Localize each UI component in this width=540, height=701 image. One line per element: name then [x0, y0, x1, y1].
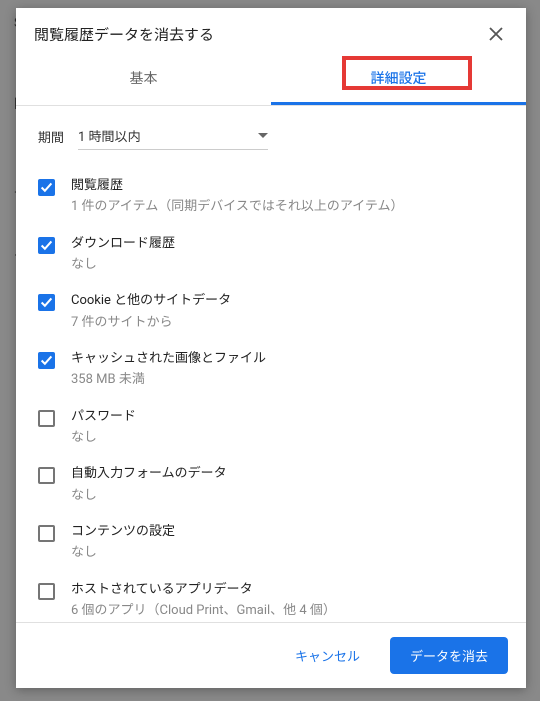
checkbox[interactable] [38, 237, 55, 254]
item-title: 閲覧履歴 [71, 177, 512, 195]
data-type-row: ホストされているアプリデータ 6 個のアプリ（Cloud Print、Gmail、… [34, 572, 516, 622]
item-title: ホストされているアプリデータ [71, 581, 512, 599]
checkbox[interactable] [38, 294, 55, 311]
item-title: パスワード [71, 408, 512, 426]
item-title: Cookie と他のサイトデータ [71, 292, 512, 310]
time-range-select[interactable]: 1 時間以内 [78, 122, 268, 150]
item-title: キャッシュされた画像とファイル [71, 350, 512, 368]
item-description: 358 MB 未満 [71, 370, 512, 390]
item-description: 6 個のアプリ（Cloud Print、Gmail、他 4 個） [71, 601, 512, 621]
item-description: なし [71, 255, 512, 275]
tabs: 基本 詳細設定 [16, 56, 526, 106]
time-range-label: 期間 [38, 127, 64, 146]
checkbox[interactable] [38, 352, 55, 369]
data-type-row: 閲覧履歴 1 件のアイテム（同期デバイスではそれ以上のアイテム） [34, 168, 516, 226]
data-type-row: ダウンロード履歴なし [34, 226, 516, 284]
dialog-header: 閲覧履歴データを消去する [16, 8, 526, 56]
checkbox[interactable] [38, 410, 55, 427]
dialog-body[interactable]: 期間 1 時間以内 閲覧履歴 1 件のアイテム（同期デバイスではそれ以上のアイテム… [16, 106, 526, 622]
time-range-value: 1 時間以内 [78, 126, 141, 145]
item-title: 自動入力フォームのデータ [71, 465, 512, 483]
data-type-row: Cookie と他のサイトデータ 7 件のサイトから [34, 283, 516, 341]
time-range-row: 期間 1 時間以内 [34, 118, 516, 168]
item-description: 7 件のサイトから [71, 313, 512, 333]
clear-browsing-data-dialog: 閲覧履歴データを消去する 基本 詳細設定 期間 1 時間以内 閲覧履歴 1 件のア… [16, 8, 526, 688]
data-type-row: コンテンツの設定なし [34, 514, 516, 572]
checkbox[interactable] [38, 583, 55, 600]
checkbox[interactable] [38, 467, 55, 484]
dialog-footer: キャンセル データを消去 [16, 622, 526, 688]
tab-basic[interactable]: 基本 [16, 56, 271, 105]
item-title: ダウンロード履歴 [71, 235, 512, 253]
item-description: なし [71, 543, 512, 563]
checkbox[interactable] [38, 179, 55, 196]
close-icon[interactable] [484, 22, 508, 46]
dialog-title: 閲覧履歴データを消去する [34, 24, 214, 45]
cancel-button[interactable]: キャンセル [275, 637, 380, 674]
item-description: なし [71, 428, 512, 448]
checkbox[interactable] [38, 525, 55, 542]
item-title: コンテンツの設定 [71, 523, 512, 541]
chevron-down-icon [258, 128, 268, 143]
data-type-row: 自動入力フォームのデータなし [34, 456, 516, 514]
data-type-row: キャッシュされた画像とファイル 358 MB 未満 [34, 341, 516, 399]
tab-advanced[interactable]: 詳細設定 [271, 56, 526, 105]
item-description: なし [71, 486, 512, 506]
item-description: 1 件のアイテム（同期デバイスではそれ以上のアイテム） [71, 197, 512, 217]
data-type-row: パスワードなし [34, 399, 516, 457]
clear-data-button[interactable]: データを消去 [390, 637, 508, 674]
